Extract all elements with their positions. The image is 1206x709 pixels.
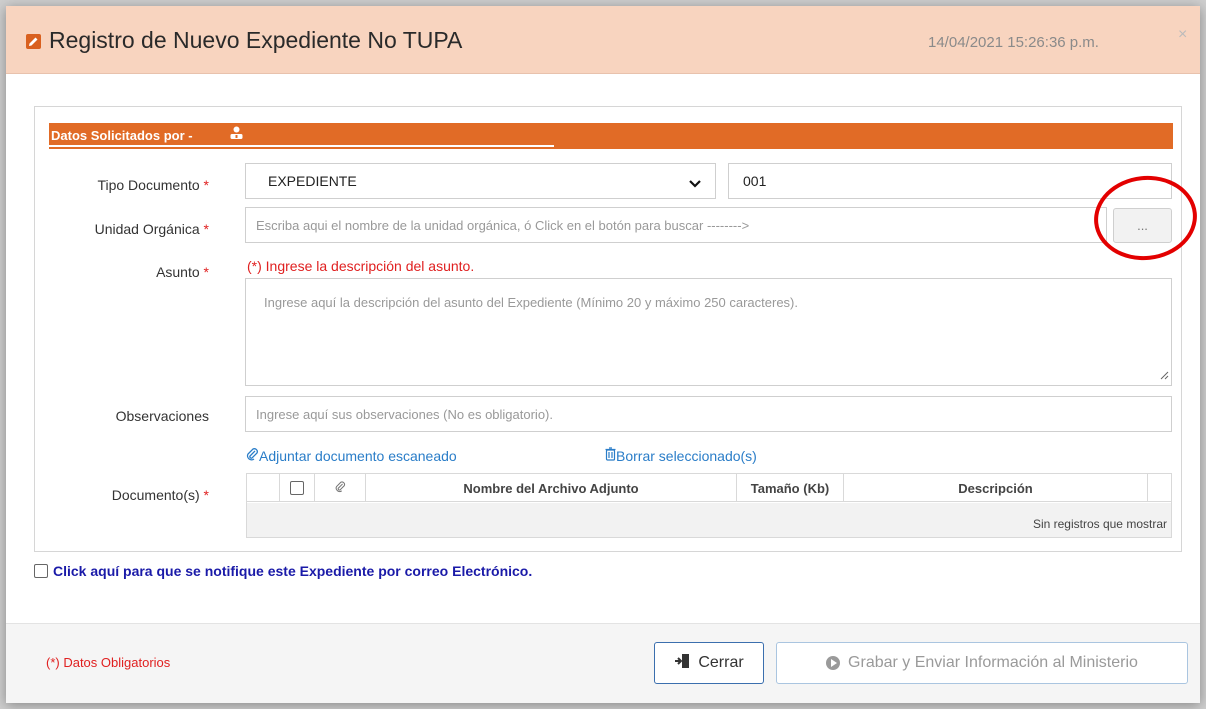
empty-message: Sin registros que mostrar xyxy=(1032,517,1167,531)
datetime-label: 14/04/2021 15:26:36 p.m. xyxy=(928,34,1099,51)
tipo-documento-value: EXPEDIENTE xyxy=(268,173,357,189)
send-button-label: Grabar y Enviar Información al Ministeri… xyxy=(848,654,1138,671)
send-button[interactable]: Grabar y Enviar Información al Ministeri… xyxy=(776,642,1188,684)
paperclip-icon xyxy=(245,448,259,464)
documento-numero-value: 001 xyxy=(743,173,767,189)
observaciones-placeholder: Ingrese aquí sus observaciones (No es ob… xyxy=(256,406,553,422)
documents-table: Nombre del Archivo Adjunto Tamaño (Kb) D… xyxy=(246,473,1172,538)
dialog-header: Registro de Nuevo Expediente No TUPA 14/… xyxy=(6,6,1200,74)
chevron-down-icon xyxy=(689,175,701,191)
unidad-organica-label: Unidad Orgánica * xyxy=(94,221,209,237)
delete-selected-label: Borrar seleccionado(s) xyxy=(616,448,757,464)
notify-email-option[interactable]: Click aquí para que se notifique este Ex… xyxy=(34,563,532,579)
user-icon xyxy=(230,126,243,145)
resize-handle-icon[interactable] xyxy=(1159,368,1169,383)
asunto-label: Asunto * xyxy=(156,264,209,280)
observaciones-input[interactable]: Ingrese aquí sus observaciones (No es ob… xyxy=(245,396,1172,432)
unidad-organica-placeholder: Escriba aqui el nombre de la unidad orgá… xyxy=(256,217,750,233)
attach-document-link[interactable]: Adjuntar documento escaneado xyxy=(245,447,457,464)
edit-icon xyxy=(26,34,41,49)
asunto-placeholder: Ingrese aquí la descripción del asunto d… xyxy=(264,295,799,310)
exit-icon xyxy=(674,653,698,674)
table-body: Sin registros que mostrar xyxy=(247,503,1171,537)
dialog-footer: (*) Datos Obligatorios Cerrar Grabar y E… xyxy=(6,623,1200,703)
required-note: (*) Datos Obligatorios xyxy=(46,655,171,670)
observaciones-label: Observaciones xyxy=(115,408,209,424)
paperclip-icon xyxy=(334,480,346,496)
section-tab: Datos Solicitados por - xyxy=(49,123,554,147)
attachment-column xyxy=(315,474,366,502)
arrow-circle-right-icon xyxy=(826,656,841,670)
asunto-hint: (*) Ingrese la descripción del asunto. xyxy=(247,258,475,274)
select-all-checkbox[interactable] xyxy=(290,481,304,495)
section-label: Datos Solicitados por - xyxy=(51,128,193,143)
column-tamano[interactable]: Tamaño (Kb) xyxy=(737,474,844,502)
close-button-label: Cerrar xyxy=(698,654,744,671)
form-panel: Datos Solicitados por - Tipo Documento *… xyxy=(34,106,1182,552)
notify-email-label: Click aquí para que se notifique este Ex… xyxy=(53,563,533,579)
notify-email-checkbox[interactable] xyxy=(34,564,48,578)
close-icon[interactable]: × xyxy=(1178,26,1187,44)
section-bar-fill xyxy=(554,123,1173,149)
table-header: Nombre del Archivo Adjunto Tamaño (Kb) D… xyxy=(247,474,1171,502)
tipo-documento-label: Tipo Documento * xyxy=(97,177,209,193)
trash-icon xyxy=(605,447,616,464)
documentos-label: Documento(s) * xyxy=(111,487,209,503)
select-all-cell xyxy=(280,474,315,502)
dialog-title: Registro de Nuevo Expediente No TUPA xyxy=(49,27,463,53)
asunto-textarea[interactable]: Ingrese aquí la descripción del asunto d… xyxy=(245,278,1172,386)
section-header: Datos Solicitados por - xyxy=(49,123,1173,149)
row-handle-column xyxy=(247,474,280,502)
column-nombre[interactable]: Nombre del Archivo Adjunto xyxy=(366,474,737,502)
column-descripcion[interactable]: Descripción xyxy=(844,474,1148,502)
delete-selected-link[interactable]: Borrar seleccionado(s) xyxy=(605,447,757,464)
dialog: Registro de Nuevo Expediente No TUPA 14/… xyxy=(6,6,1200,703)
tipo-documento-select[interactable]: EXPEDIENTE xyxy=(245,163,716,199)
close-button[interactable]: Cerrar xyxy=(654,642,764,684)
attach-document-label: Adjuntar documento escaneado xyxy=(259,448,457,464)
unidad-organica-input[interactable]: Escriba aqui el nombre de la unidad orgá… xyxy=(245,207,1107,243)
